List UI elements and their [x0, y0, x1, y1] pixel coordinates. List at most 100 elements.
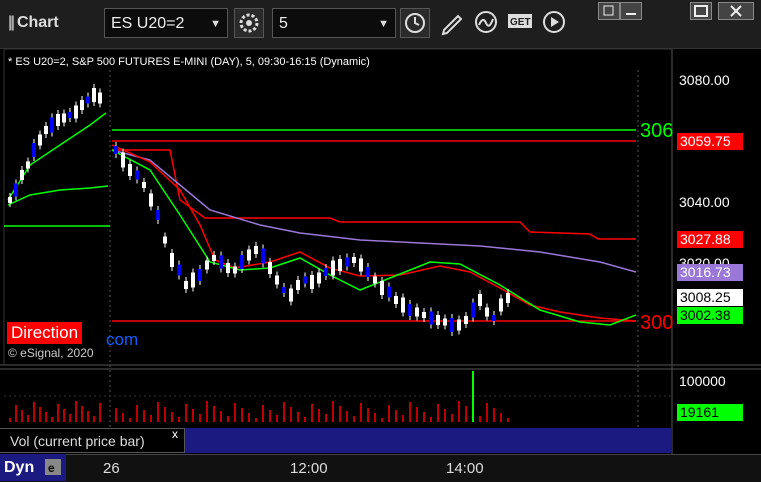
minimize-button[interactable]: [620, 2, 642, 20]
close-icon[interactable]: x: [172, 427, 178, 441]
close-button[interactable]: [718, 2, 754, 20]
chevron-down-icon[interactable]: ▼: [378, 9, 389, 39]
volume-bar: [493, 408, 495, 422]
play-button[interactable]: [540, 8, 570, 38]
candle: [128, 164, 132, 176]
symbol-input[interactable]: ES U20=2 ▼: [104, 8, 228, 38]
candle: [499, 298, 503, 312]
candle: [26, 161, 30, 169]
candle: [44, 126, 48, 134]
volume-bar: [115, 408, 117, 422]
volume-bar: [374, 413, 376, 422]
volume-bar: [87, 411, 89, 422]
maximize-icon: [694, 5, 708, 17]
candle: [20, 170, 24, 180]
svg-text:GET: GET: [510, 17, 531, 28]
volume-bar: [507, 418, 509, 422]
candle: [184, 281, 188, 289]
chevron-down-icon[interactable]: ▼: [210, 9, 221, 39]
volume-bar: [283, 402, 285, 422]
candle: [401, 297, 405, 313]
last-price-tag: 3008.25: [677, 289, 743, 306]
volume-bar: [81, 406, 83, 422]
settings-gear-button[interactable]: [234, 8, 264, 38]
candle: [62, 113, 66, 123]
green-moving-average-prior: [7, 185, 109, 206]
volume-bar: [458, 401, 460, 422]
play-icon: [543, 11, 565, 33]
volume-bar: [451, 414, 453, 422]
candle: [219, 255, 223, 269]
volume-bar: [99, 403, 101, 422]
volume-bar: [51, 417, 53, 422]
time-button[interactable]: [400, 8, 430, 38]
candle: [32, 143, 36, 157]
candle: [471, 302, 475, 318]
volume-bar: [164, 407, 166, 422]
candle: [422, 312, 426, 318]
candle: [86, 96, 90, 104]
candle: [450, 318, 454, 332]
volume-panel-label: Vol (current price bar): [0, 428, 185, 453]
volume-panel-strip: [185, 428, 672, 453]
candle: [478, 294, 482, 306]
restore-button[interactable]: [598, 2, 620, 20]
volume-bar: [486, 403, 488, 422]
volume-bar: [472, 371, 474, 422]
volume-bar: [234, 403, 236, 422]
candle: [38, 134, 42, 146]
volume-bar: [69, 414, 71, 422]
gear-icon: [239, 13, 259, 33]
volume-bar: [45, 412, 47, 422]
candle: [492, 315, 496, 321]
interval-input[interactable]: 5 ▼: [272, 8, 396, 38]
candle: [142, 182, 146, 188]
price-pane-frame: [3, 49, 673, 366]
volume-bar: [57, 404, 59, 422]
candle: [149, 193, 153, 207]
volume-bar: [339, 406, 341, 422]
candle: [296, 280, 300, 290]
candle: [198, 269, 202, 281]
studies-button[interactable]: [472, 8, 502, 38]
candlestick-series[interactable]: [8, 84, 510, 336]
purple-moving-average: [111, 149, 637, 273]
candle: [408, 304, 412, 316]
candle: [345, 257, 349, 267]
candle: [247, 249, 251, 261]
volume-bar: [395, 410, 397, 422]
volume-bar: [262, 405, 264, 422]
draw-button[interactable]: [438, 8, 468, 38]
time-axis-label: 12:00: [290, 460, 328, 477]
candle: [310, 275, 314, 289]
pencil-icon: [441, 14, 463, 36]
candle: [464, 316, 468, 324]
candle: [373, 276, 377, 284]
candle: [240, 255, 244, 269]
volume-bar: [269, 410, 271, 422]
volume-bar: [220, 411, 222, 422]
title-bar: || Chart ES U20=2 ▼ 5 ▼ GET: [0, 0, 761, 49]
watermark-text: com: [106, 330, 139, 349]
price-chart[interactable]: 306 300: [0, 49, 761, 481]
candle: [135, 170, 139, 180]
time-axis-label: 14:00: [446, 460, 484, 477]
candle: [254, 246, 258, 254]
window-title: || Chart: [8, 14, 59, 31]
maximize-button[interactable]: [690, 2, 712, 20]
volume-bar: [21, 410, 23, 422]
candle: [205, 260, 209, 270]
volume-bar: [39, 407, 41, 422]
get-icon: GET: [508, 14, 532, 28]
volume-bar: [318, 409, 320, 422]
volume-bar: [157, 402, 159, 422]
chart-grip-icon: ||: [8, 14, 15, 31]
volume-bar: [248, 413, 250, 422]
get-button[interactable]: GET: [506, 8, 536, 38]
candle: [457, 319, 461, 331]
dynamic-button[interactable]: Dyn e: [0, 454, 66, 481]
volume-bar: [388, 405, 390, 422]
green-moving-average: [111, 149, 637, 326]
candle: [485, 307, 489, 317]
candle: [170, 253, 174, 267]
